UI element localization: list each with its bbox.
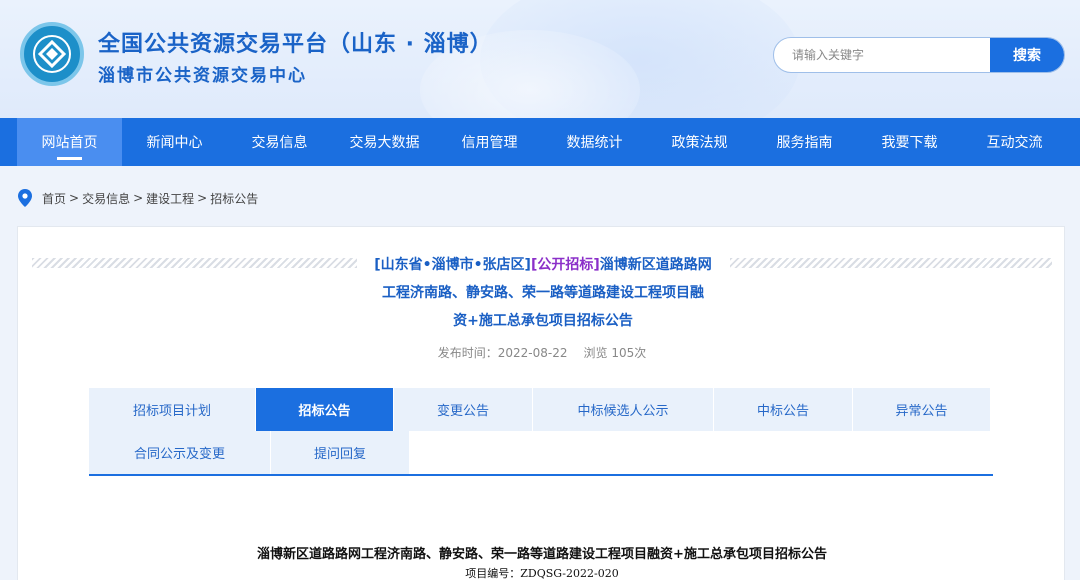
- publish-time: 发布时间：2022-08-22: [437, 346, 568, 360]
- search-button[interactable]: 搜索: [990, 38, 1064, 72]
- tab-change-notice[interactable]: 变更公告: [394, 388, 533, 431]
- main-nav: 网站首页 新闻中心 交易信息 交易大数据 信用管理 数据统计 政策法规 服务指南…: [0, 118, 1080, 166]
- breadcrumb-construction[interactable]: 建设工程: [146, 190, 194, 207]
- breadcrumb-separator: >: [133, 191, 144, 205]
- nav-item-policy[interactable]: 政策法规: [647, 118, 752, 166]
- title-decoration-right: [730, 258, 1052, 268]
- site-logo-icon[interactable]: [20, 22, 84, 86]
- region-tag: [山东省•淄博市•张店区]: [374, 257, 531, 273]
- nav-item-guide[interactable]: 服务指南: [752, 118, 857, 166]
- title-line-3: 资+施工总承包项目招标公告: [453, 313, 633, 329]
- title-line-1: 淄博新区道路路网: [599, 257, 712, 273]
- tab-bid-notice[interactable]: 招标公告: [256, 388, 394, 431]
- view-count: 浏览 105次: [583, 346, 647, 360]
- site-title: 全国公共资源交易平台（山东 · 淄博）: [98, 32, 493, 57]
- nav-item-news[interactable]: 新闻中心: [122, 118, 227, 166]
- content-panel: [山东省•淄博市•张店区][公开招标]淄博新区道路路网 工程济南路、静安路、荣一…: [17, 226, 1065, 580]
- title-decoration-left: [32, 258, 357, 268]
- project-number: 项目编号：ZDQSG-2022-020: [465, 567, 619, 580]
- nav-item-credit[interactable]: 信用管理: [437, 118, 542, 166]
- type-tag: [公开招标]: [530, 257, 600, 273]
- tabs-divider: [89, 474, 993, 476]
- breadcrumb-separator: >: [69, 191, 80, 205]
- nav-item-big-data[interactable]: 交易大数据: [332, 118, 437, 166]
- search-box: 搜索: [773, 37, 1065, 73]
- nav-item-trade-info[interactable]: 交易信息: [227, 118, 332, 166]
- article-meta: 发布时间：2022-08-22 浏览 105次: [18, 344, 1066, 361]
- tab-abnormal-notice[interactable]: 异常公告: [853, 388, 991, 431]
- breadcrumb-trade-info[interactable]: 交易信息: [82, 190, 130, 207]
- tab-project-plan[interactable]: 招标项目计划: [89, 388, 256, 431]
- title-line-2: 工程济南路、静安路、荣一路等道路建设工程项目融: [382, 285, 704, 301]
- nav-item-download[interactable]: 我要下载: [857, 118, 962, 166]
- article-title: [山东省•淄博市•张店区][公开招标]淄博新区道路路网 工程济南路、静安路、荣一…: [358, 251, 728, 335]
- breadcrumb-separator: >: [197, 191, 208, 205]
- nav-item-home[interactable]: 网站首页: [17, 118, 122, 166]
- site-subtitle: 淄博市公共资源交易中心: [98, 66, 307, 86]
- breadcrumb-home[interactable]: 首页: [42, 190, 66, 207]
- nav-item-interaction[interactable]: 互动交流: [962, 118, 1067, 166]
- location-pin-icon: [18, 189, 32, 207]
- tab-contract-publicity[interactable]: 合同公示及变更: [89, 431, 271, 474]
- tab-award-notice[interactable]: 中标公告: [714, 388, 853, 431]
- notice-tabs: 招标项目计划 招标公告 变更公告 中标候选人公示 中标公告 异常公告 合同公示及…: [89, 388, 991, 474]
- breadcrumb: 首页 > 交易信息 > 建设工程 > 招标公告: [18, 188, 261, 208]
- tab-qa-reply[interactable]: 提问回复: [271, 431, 410, 474]
- tab-candidate-publicity[interactable]: 中标候选人公示: [533, 388, 714, 431]
- site-header: 全国公共资源交易平台（山东 · 淄博） 淄博市公共资源交易中心 搜索: [0, 0, 1080, 118]
- document-title: 淄博新区道路路网工程济南路、静安路、荣一路等道路建设工程项目融资+施工总承包项目…: [257, 547, 827, 562]
- nav-item-statistics[interactable]: 数据统计: [542, 118, 647, 166]
- breadcrumb-current[interactable]: 招标公告: [210, 190, 258, 207]
- search-input[interactable]: [774, 38, 992, 72]
